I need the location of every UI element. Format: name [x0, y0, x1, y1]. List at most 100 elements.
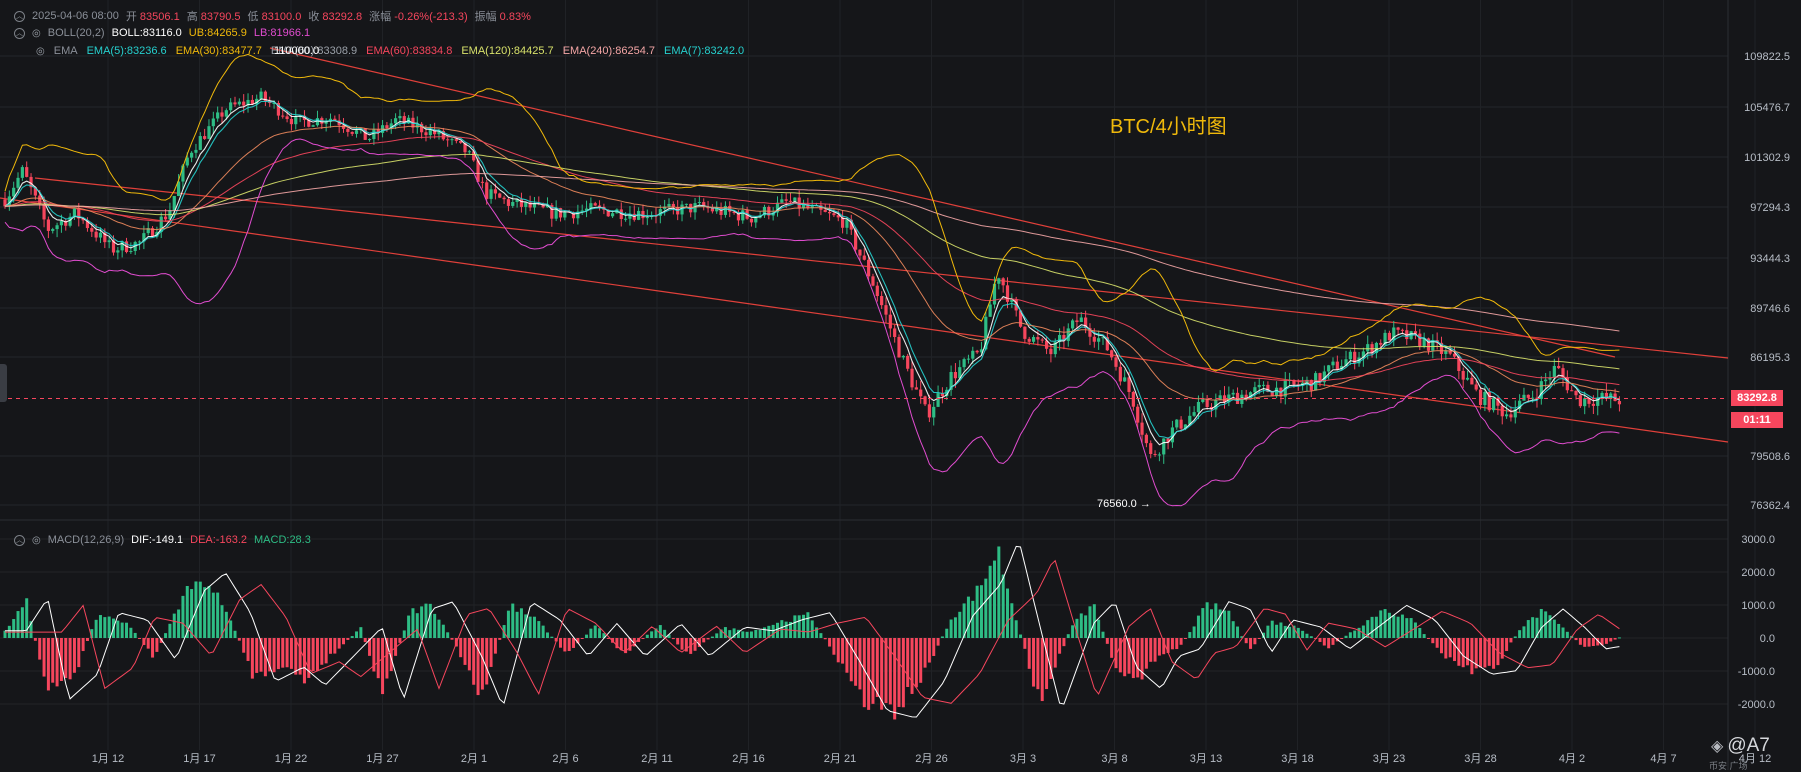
- macd-bar: [20, 607, 24, 638]
- open-label: 开: [125, 11, 137, 23]
- macd-bar: [55, 638, 59, 687]
- macd-bar: [589, 628, 593, 638]
- macd-bar: [676, 638, 680, 645]
- candle-body: [1578, 395, 1582, 407]
- macd-bar: [754, 629, 758, 638]
- amplitude-value: 0.83%: [499, 11, 531, 23]
- candle-body: [1522, 394, 1526, 401]
- macd-bar: [1201, 608, 1205, 638]
- macd-bar: [1604, 638, 1608, 644]
- candle-body: [1348, 351, 1352, 360]
- collapse-toggle-icon[interactable]: ︿: [14, 27, 25, 39]
- candle-body: [346, 128, 350, 132]
- macd-bar: [1396, 616, 1400, 638]
- macd-row: ︿ ◎ MACD(12,26,9) DIF:-149.1 DEA:-163.2 …: [14, 534, 311, 546]
- macd-bar: [164, 633, 168, 638]
- candle-body: [1327, 365, 1331, 372]
- candle-body: [1049, 348, 1053, 355]
- y-tick-label: 89746.6: [1750, 303, 1790, 315]
- candle-body: [294, 116, 298, 125]
- candle-body: [233, 102, 237, 105]
- macd-bar: [1036, 638, 1040, 690]
- macd-bar: [1509, 638, 1513, 643]
- candle-body: [1509, 414, 1513, 418]
- macd-bar: [836, 638, 840, 663]
- candle-body: [684, 203, 688, 205]
- macd-bar: [1609, 638, 1613, 642]
- collapse-toggle-icon[interactable]: ︿: [14, 534, 25, 546]
- macd-bar: [671, 638, 675, 640]
- x-tick-label: 2月 16: [732, 753, 764, 765]
- macd-bar: [1531, 617, 1535, 638]
- macd-bar: [1557, 623, 1561, 638]
- candle-body: [485, 182, 489, 199]
- x-tick-label: 2月 26: [915, 753, 947, 765]
- visibility-icon[interactable]: ◎: [32, 28, 41, 39]
- candle-body: [506, 199, 511, 206]
- candle-body: [971, 350, 975, 359]
- boll-row: ︿ ◎ BOLL(20,2) BOLL:83116.0 UB:84265.9 L…: [14, 27, 310, 39]
- candle-body: [1591, 403, 1595, 406]
- macd-bar: [16, 611, 20, 638]
- y-tick-label: 86195.3: [1750, 352, 1790, 364]
- candle-body: [55, 225, 59, 230]
- macd-bar: [506, 610, 510, 638]
- macd-y-tick-label: 1000.0: [1741, 600, 1775, 612]
- macd-bar: [1183, 638, 1187, 639]
- candle-body: [1157, 454, 1162, 456]
- macd-bar: [328, 638, 332, 654]
- macd-bar: [1249, 638, 1253, 649]
- candle-body: [207, 126, 211, 139]
- candle-body: [137, 241, 142, 243]
- macd-bar: [1014, 620, 1018, 638]
- ema-row: ◎ EMA EMA(5):83236.6 EMA(30):83477.7 EMA…: [36, 45, 744, 57]
- macd-bar: [997, 546, 1001, 638]
- visibility-icon[interactable]: ◎: [32, 535, 41, 546]
- macd-bar: [1066, 634, 1070, 638]
- macd-bar: [541, 625, 545, 638]
- candle-body: [1574, 390, 1578, 396]
- macd-bar: [294, 638, 298, 675]
- macd-bar: [1223, 610, 1227, 638]
- y-tick-label: 79508.6: [1750, 451, 1790, 463]
- candle-body: [936, 393, 940, 407]
- y-tick-label: 93444.3: [1750, 253, 1790, 265]
- macd-bar: [1275, 624, 1279, 638]
- macd-bar: [758, 629, 762, 638]
- collapse-toggle-icon[interactable]: ︿: [14, 10, 25, 22]
- macd-bar: [1144, 638, 1148, 669]
- macd-bar: [1370, 616, 1374, 638]
- macd-bar: [906, 638, 910, 687]
- candle-body: [1192, 412, 1196, 416]
- candle-body: [20, 167, 24, 178]
- x-tick-label: 1月 17: [183, 753, 215, 765]
- macd-label: MACD(12,26,9): [47, 534, 125, 546]
- macd-bar: [823, 638, 827, 640]
- macd-bar: [1192, 626, 1196, 638]
- macd-bar: [1591, 638, 1595, 646]
- macd-bar: [467, 638, 471, 671]
- y-tick-label: 97294.3: [1750, 202, 1790, 214]
- candle-body: [367, 139, 372, 141]
- macd-bar: [940, 636, 944, 638]
- macd-bar: [585, 634, 589, 638]
- macd-bar: [992, 560, 996, 638]
- macd-bar: [203, 587, 207, 638]
- candle-body: [1500, 405, 1504, 417]
- side-panel-handle[interactable]: [0, 364, 7, 402]
- macd-bar: [1110, 638, 1114, 658]
- macd-bar: [51, 638, 55, 683]
- macd-bar: [680, 638, 684, 650]
- macd-bar: [1439, 638, 1443, 654]
- macd-bar: [151, 638, 155, 658]
- candle-body: [493, 189, 498, 194]
- chart-canvas[interactable]: 109822.5 105476.7 101302.9 97294.3 93444.3 89…: [0, 0, 1801, 770]
- ohlc-row: ︿ 2025-04-06 08:00 开 83506.1 高 83790.5 低…: [14, 8, 531, 24]
- visibility-icon[interactable]: ◎: [36, 46, 45, 57]
- candle-body: [1257, 384, 1261, 388]
- macd-bar: [311, 638, 315, 672]
- overlap-label: 110000.0: [274, 45, 320, 57]
- macd-bar: [845, 638, 849, 673]
- macd-bar: [81, 638, 85, 652]
- candle-body: [749, 218, 754, 223]
